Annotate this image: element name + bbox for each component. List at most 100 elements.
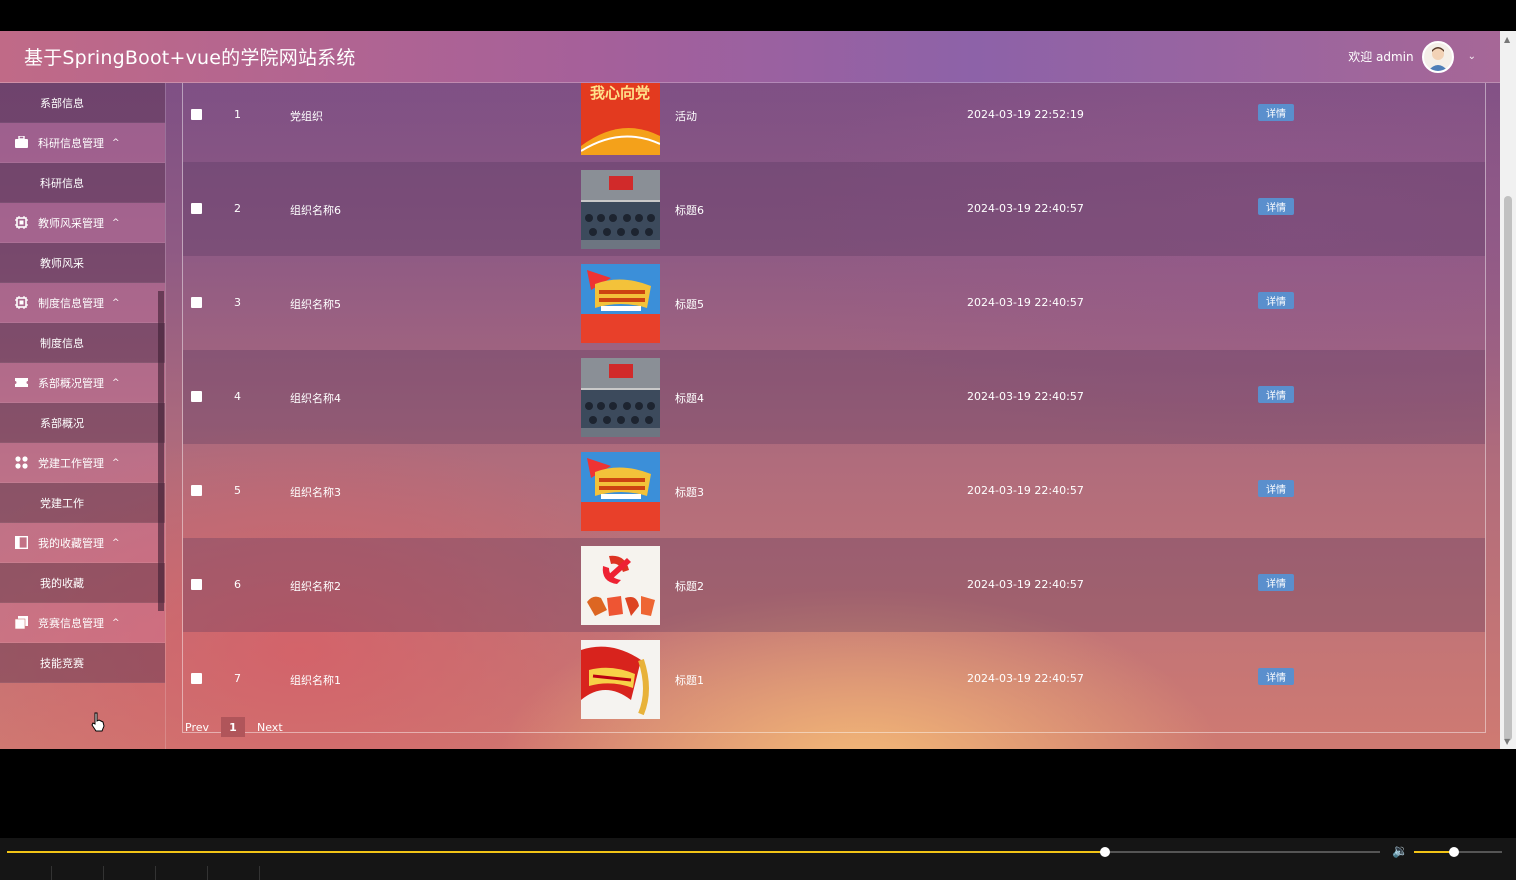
sidebar-group-label: 我的收藏管理 — [38, 536, 104, 550]
row-checkbox[interactable] — [191, 485, 202, 496]
sidebar-group-label: 党建工作管理 — [38, 456, 104, 470]
row-thumbnail[interactable] — [581, 264, 660, 343]
row-time: 2024-03-19 22:52:19 — [967, 108, 1084, 121]
data-table: 1 党组织 我心向党 活动 2024-03-19 22:52:19 详情 2 组织名称6 标题6… — [182, 83, 1486, 733]
svg-text:我心向党: 我心向党 — [590, 84, 650, 102]
volume-icon[interactable]: 🔉 — [1392, 844, 1408, 859]
panel-icon — [14, 536, 28, 550]
row-time: 2024-03-19 22:40:57 — [967, 390, 1084, 403]
seek-bar[interactable] — [7, 847, 1380, 857]
sidebar-group-2[interactable]: 科研信息管理 ^ — [0, 123, 165, 163]
chevron-up-icon: ^ — [112, 377, 120, 388]
organization-name: 组织名称3 — [290, 486, 341, 499]
row-thumbnail[interactable] — [581, 640, 660, 719]
row-checkbox[interactable] — [191, 579, 202, 590]
volume-handle[interactable] — [1448, 847, 1459, 857]
detail-button[interactable]: 详情 — [1258, 480, 1294, 497]
detail-button[interactable]: 详情 — [1258, 292, 1294, 309]
chip-icon — [14, 296, 28, 310]
row-time: 2024-03-19 22:40:57 — [967, 578, 1084, 591]
sidebar-item-5[interactable]: 系部概况 — [0, 403, 165, 443]
scroll-up-icon[interactable]: ▲ — [1504, 35, 1510, 44]
sidebar-item-8[interactable]: 技能竞赛 — [0, 643, 165, 683]
sidebar-group-5[interactable]: 系部概况管理 ^ — [0, 363, 165, 403]
sidebar-group-8[interactable]: 竞赛信息管理 ^ — [0, 603, 165, 643]
seek-progress — [7, 851, 1106, 853]
avatar[interactable] — [1421, 40, 1454, 73]
organization-name: 组织名称1 — [290, 674, 341, 687]
mouse-cursor-icon — [91, 712, 105, 732]
next-page-link[interactable]: Next — [257, 721, 283, 734]
row-index: 1 — [234, 108, 241, 121]
player-controls — [0, 866, 260, 880]
top-navbar: 基于SpringBoot+vue的学院网站系统 欢迎 admin ⌄ — [0, 31, 1500, 83]
sidebar-item-7[interactable]: 我的收藏 — [0, 563, 165, 603]
row-checkbox[interactable] — [191, 203, 202, 214]
volume-slider[interactable] — [1414, 847, 1502, 857]
pagination: Prev 1 Next — [185, 717, 283, 737]
seek-handle[interactable] — [1100, 847, 1111, 857]
copy-icon — [14, 616, 28, 630]
row-time: 2024-03-19 22:40:57 — [967, 202, 1084, 215]
sidebar-group-3[interactable]: 教师风采管理 ^ — [0, 203, 165, 243]
player-control[interactable] — [0, 866, 52, 880]
apps-icon — [14, 456, 28, 470]
table-row: 6 组织名称2 标题2 2024-03-19 22:40:57 详情 — [183, 538, 1485, 632]
site-title: 基于SpringBoot+vue的学院网站系统 — [24, 47, 356, 69]
scrollbar-thumb[interactable] — [1504, 196, 1512, 741]
sidebar-item-1[interactable]: 系部信息 — [0, 83, 165, 123]
prev-page-link[interactable]: Prev — [185, 721, 209, 734]
row-thumbnail[interactable] — [581, 358, 660, 437]
row-checkbox[interactable] — [191, 391, 202, 402]
row-title: 标题4 — [675, 392, 704, 405]
row-checkbox[interactable] — [191, 673, 202, 684]
row-title: 标题1 — [675, 674, 704, 687]
row-thumbnail[interactable] — [581, 452, 660, 531]
row-thumbnail[interactable] — [581, 170, 660, 249]
row-checkbox[interactable] — [191, 109, 202, 120]
chevron-up-icon: ^ — [112, 617, 120, 628]
row-title: 标题5 — [675, 298, 704, 311]
briefcase-icon — [14, 136, 28, 150]
user-menu[interactable]: 欢迎 admin ⌄ — [1348, 40, 1476, 73]
player-control[interactable] — [156, 866, 208, 880]
detail-button[interactable]: 详情 — [1258, 574, 1294, 591]
row-thumbnail[interactable]: 我心向党 — [581, 83, 660, 155]
chip-icon — [14, 216, 28, 230]
chevron-up-icon: ^ — [112, 537, 120, 548]
website-viewport: 基于SpringBoot+vue的学院网站系统 欢迎 admin ⌄ 系部信息管… — [0, 31, 1500, 749]
sidebar-group-6[interactable]: 党建工作管理 ^ — [0, 443, 165, 483]
row-index: 2 — [234, 202, 241, 215]
sidebar-item-3[interactable]: 教师风采 — [0, 243, 165, 283]
player-control[interactable] — [104, 866, 156, 880]
sidebar-group-4[interactable]: 制度信息管理 ^ — [0, 283, 165, 323]
sidebar-item-2[interactable]: 科研信息 — [0, 163, 165, 203]
table-row: 1 党组织 我心向党 活动 2024-03-19 22:52:19 详情 — [183, 83, 1485, 162]
row-index: 4 — [234, 390, 241, 403]
detail-button[interactable]: 详情 — [1258, 104, 1294, 121]
detail-button[interactable]: 详情 — [1258, 668, 1294, 685]
row-title: 标题2 — [675, 580, 704, 593]
row-thumbnail[interactable] — [581, 546, 660, 625]
row-checkbox[interactable] — [191, 297, 202, 308]
table-row: 5 组织名称3 标题3 2024-03-19 22:40:57 详情 — [183, 444, 1485, 538]
sidebar-group-label: 教师风采管理 — [38, 216, 104, 230]
row-index: 7 — [234, 672, 241, 685]
organization-name: 组织名称5 — [290, 298, 341, 311]
page-number-current[interactable]: 1 — [221, 717, 245, 737]
page-scrollbar[interactable]: ▲ ▼ — [1500, 31, 1516, 749]
sidebar-item-4[interactable]: 制度信息 — [0, 323, 165, 363]
sidebar-group-7[interactable]: 我的收藏管理 ^ — [0, 523, 165, 563]
sidebar-scrollbar[interactable] — [158, 291, 164, 611]
chevron-down-icon[interactable]: ⌄ — [1468, 51, 1476, 62]
chevron-up-icon: ^ — [112, 297, 120, 308]
table-row: 2 组织名称6 标题6 2024-03-19 22:40:57 详情 — [183, 162, 1485, 256]
player-control[interactable] — [52, 866, 104, 880]
sidebar-item-6[interactable]: 党建工作 — [0, 483, 165, 523]
detail-button[interactable]: 详情 — [1258, 198, 1294, 215]
scroll-down-icon[interactable]: ▼ — [1504, 737, 1510, 746]
detail-button[interactable]: 详情 — [1258, 386, 1294, 403]
row-time: 2024-03-19 22:40:57 — [967, 484, 1084, 497]
player-control[interactable] — [208, 866, 260, 880]
ticket-icon — [14, 376, 28, 390]
